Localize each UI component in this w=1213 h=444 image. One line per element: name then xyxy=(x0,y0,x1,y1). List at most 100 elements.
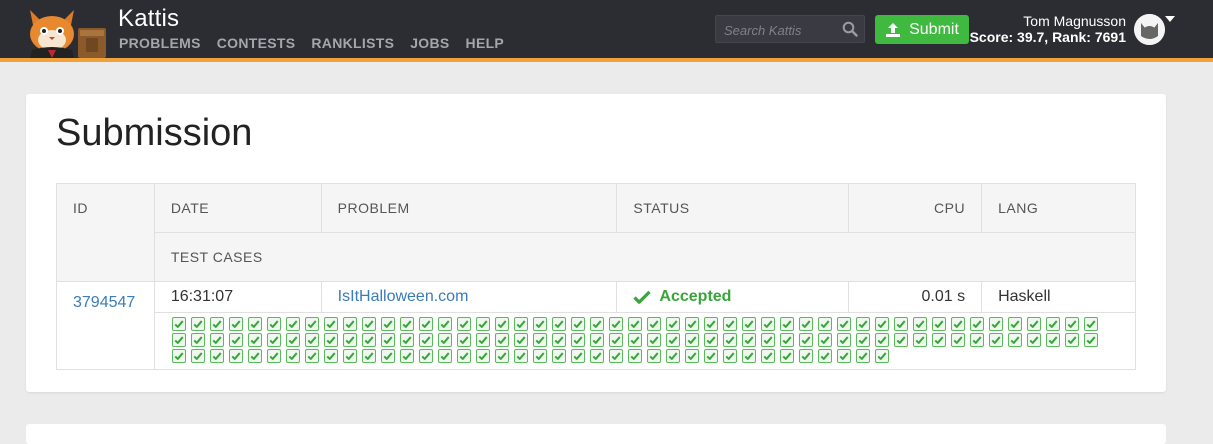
test-case-passed[interactable] xyxy=(855,317,870,331)
test-case-passed[interactable] xyxy=(1007,333,1022,347)
test-case-passed[interactable] xyxy=(399,317,414,331)
test-case-passed[interactable] xyxy=(437,333,452,347)
avatar[interactable] xyxy=(1134,14,1165,45)
test-case-passed[interactable] xyxy=(589,333,604,347)
test-case-passed[interactable] xyxy=(722,333,737,347)
test-case-passed[interactable] xyxy=(627,333,642,347)
test-case-passed[interactable] xyxy=(855,349,870,363)
test-case-passed[interactable] xyxy=(513,317,528,331)
test-case-passed[interactable] xyxy=(475,349,490,363)
test-case-passed[interactable] xyxy=(475,317,490,331)
test-case-passed[interactable] xyxy=(190,317,205,331)
test-case-passed[interactable] xyxy=(266,317,281,331)
test-case-passed[interactable] xyxy=(874,317,889,331)
test-case-passed[interactable] xyxy=(760,333,775,347)
test-case-passed[interactable] xyxy=(608,317,623,331)
nav-jobs[interactable]: JOBS xyxy=(410,35,449,51)
test-case-passed[interactable] xyxy=(1064,317,1079,331)
test-case-passed[interactable] xyxy=(589,349,604,363)
test-case-passed[interactable] xyxy=(817,333,832,347)
test-case-passed[interactable] xyxy=(475,333,490,347)
test-case-passed[interactable] xyxy=(779,333,794,347)
test-case-passed[interactable] xyxy=(912,333,927,347)
test-case-passed[interactable] xyxy=(551,317,566,331)
test-case-passed[interactable] xyxy=(513,333,528,347)
test-case-passed[interactable] xyxy=(399,333,414,347)
test-case-passed[interactable] xyxy=(741,333,756,347)
problem-link[interactable]: IsItHalloween.com xyxy=(338,288,469,305)
test-case-passed[interactable] xyxy=(817,317,832,331)
test-case-passed[interactable] xyxy=(456,317,471,331)
test-case-passed[interactable] xyxy=(209,349,224,363)
test-case-passed[interactable] xyxy=(646,333,661,347)
test-case-passed[interactable] xyxy=(380,333,395,347)
test-case-passed[interactable] xyxy=(323,333,338,347)
test-case-passed[interactable] xyxy=(304,317,319,331)
test-case-passed[interactable] xyxy=(247,333,262,347)
submission-id-link[interactable]: 3794547 xyxy=(73,294,138,312)
test-case-passed[interactable] xyxy=(627,317,642,331)
test-case-passed[interactable] xyxy=(703,349,718,363)
test-case-passed[interactable] xyxy=(1045,333,1060,347)
test-case-passed[interactable] xyxy=(551,349,566,363)
test-case-passed[interactable] xyxy=(323,317,338,331)
chevron-down-icon[interactable] xyxy=(1165,16,1175,22)
test-case-passed[interactable] xyxy=(855,333,870,347)
test-case-passed[interactable] xyxy=(627,349,642,363)
test-case-passed[interactable] xyxy=(266,349,281,363)
test-case-passed[interactable] xyxy=(969,333,984,347)
test-case-passed[interactable] xyxy=(950,317,965,331)
test-case-passed[interactable] xyxy=(798,349,813,363)
test-case-passed[interactable] xyxy=(1026,317,1041,331)
test-case-passed[interactable] xyxy=(494,317,509,331)
test-case-passed[interactable] xyxy=(228,333,243,347)
test-case-passed[interactable] xyxy=(418,333,433,347)
test-case-passed[interactable] xyxy=(304,349,319,363)
test-case-passed[interactable] xyxy=(950,333,965,347)
test-case-passed[interactable] xyxy=(171,333,186,347)
test-case-passed[interactable] xyxy=(665,317,680,331)
test-case-passed[interactable] xyxy=(437,317,452,331)
test-case-passed[interactable] xyxy=(399,349,414,363)
test-case-passed[interactable] xyxy=(285,333,300,347)
test-case-passed[interactable] xyxy=(969,317,984,331)
test-case-passed[interactable] xyxy=(1064,333,1079,347)
test-case-passed[interactable] xyxy=(874,349,889,363)
test-case-passed[interactable] xyxy=(209,317,224,331)
submit-button[interactable]: Submit xyxy=(875,15,969,44)
test-case-passed[interactable] xyxy=(722,349,737,363)
test-case-passed[interactable] xyxy=(760,349,775,363)
test-case-passed[interactable] xyxy=(532,349,547,363)
test-case-passed[interactable] xyxy=(190,333,205,347)
test-case-passed[interactable] xyxy=(1045,317,1060,331)
test-case-passed[interactable] xyxy=(665,333,680,347)
test-case-passed[interactable] xyxy=(608,349,623,363)
test-case-passed[interactable] xyxy=(836,317,851,331)
test-case-passed[interactable] xyxy=(1026,333,1041,347)
test-case-passed[interactable] xyxy=(589,317,604,331)
test-case-passed[interactable] xyxy=(247,349,262,363)
test-case-passed[interactable] xyxy=(931,333,946,347)
user-name[interactable]: Tom Magnusson xyxy=(1023,13,1126,29)
test-case-passed[interactable] xyxy=(513,349,528,363)
test-case-passed[interactable] xyxy=(1083,317,1098,331)
nav-help[interactable]: HELP xyxy=(466,35,505,51)
test-case-passed[interactable] xyxy=(532,317,547,331)
test-case-passed[interactable] xyxy=(1007,317,1022,331)
test-case-passed[interactable] xyxy=(779,349,794,363)
test-case-passed[interactable] xyxy=(304,333,319,347)
test-case-passed[interactable] xyxy=(722,317,737,331)
test-case-passed[interactable] xyxy=(342,349,357,363)
test-case-passed[interactable] xyxy=(931,317,946,331)
test-case-passed[interactable] xyxy=(437,349,452,363)
test-case-passed[interactable] xyxy=(779,317,794,331)
test-case-passed[interactable] xyxy=(361,333,376,347)
test-case-passed[interactable] xyxy=(646,349,661,363)
test-case-passed[interactable] xyxy=(570,333,585,347)
test-case-passed[interactable] xyxy=(247,317,262,331)
test-case-passed[interactable] xyxy=(760,317,775,331)
test-case-passed[interactable] xyxy=(285,349,300,363)
test-case-passed[interactable] xyxy=(494,349,509,363)
test-case-passed[interactable] xyxy=(988,317,1003,331)
test-case-passed[interactable] xyxy=(532,333,547,347)
